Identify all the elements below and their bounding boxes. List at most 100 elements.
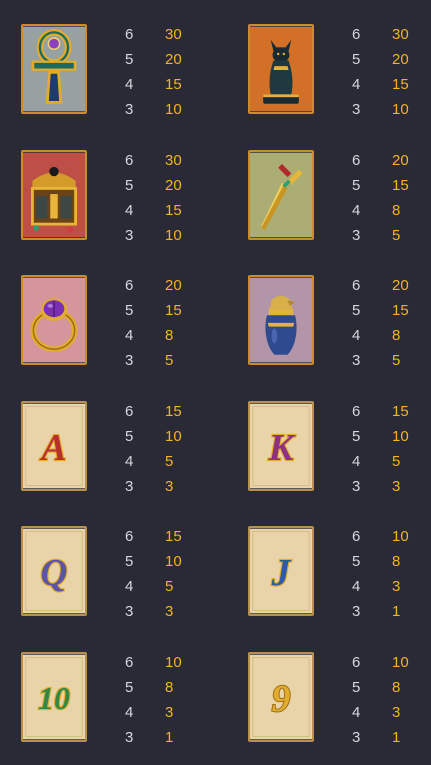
payout-row: 45 xyxy=(352,449,431,474)
letter-k-icon: K xyxy=(248,401,314,491)
match-count: 4 xyxy=(125,578,134,595)
payout-row: 43 xyxy=(125,700,215,725)
match-count: 6 xyxy=(352,277,361,294)
match-count: 5 xyxy=(352,302,361,319)
match-count: 5 xyxy=(125,51,134,68)
payout-value: 3 xyxy=(392,578,401,595)
payout-row: 58 xyxy=(352,675,431,700)
match-count: 3 xyxy=(125,227,134,244)
match-count: 4 xyxy=(352,578,361,595)
match-count: 5 xyxy=(352,553,361,570)
payout-value: 15 xyxy=(165,403,182,420)
payout-value: 8 xyxy=(392,202,401,219)
match-count: 3 xyxy=(352,603,361,620)
payout-row: 31 xyxy=(352,599,431,624)
match-count: 6 xyxy=(352,403,361,420)
payout-value: 30 xyxy=(165,26,182,43)
payout-value: 20 xyxy=(165,177,182,194)
payout-row: 5 15 xyxy=(125,298,215,323)
payout-value: 3 xyxy=(165,704,174,721)
payout-value: 20 xyxy=(392,152,409,169)
payout-list: 6 15 5 10 45 33 xyxy=(125,524,215,624)
match-count: 6 xyxy=(125,26,134,43)
payout-row: 4 15 xyxy=(125,72,215,97)
symbol-cell-canopic-jar: 6 20 5 15 48 35 xyxy=(248,273,431,369)
match-count: 6 xyxy=(125,277,134,294)
payout-row: 3 10 xyxy=(125,97,215,122)
canopic-jar-icon xyxy=(248,275,314,365)
match-count: 4 xyxy=(125,453,134,470)
symbol-cell-10: 10 6 10 58 43 31 xyxy=(21,650,221,746)
payout-row: 35 xyxy=(352,348,431,373)
match-count: 3 xyxy=(352,729,361,746)
match-count: 5 xyxy=(125,428,134,445)
cat-statue-icon xyxy=(248,24,314,114)
match-count: 5 xyxy=(352,428,361,445)
payout-list: 6 20 5 15 4 8 35 xyxy=(352,148,431,248)
payout-row: 6 10 xyxy=(352,524,431,549)
match-count: 3 xyxy=(125,478,134,495)
payout-value: 8 xyxy=(165,679,174,696)
payout-list: 6 10 58 43 31 xyxy=(352,524,431,624)
glyph-text: 9 xyxy=(272,679,291,720)
payout-row: 58 xyxy=(352,549,431,574)
payout-value: 3 xyxy=(165,603,174,620)
payout-row: 5 10 xyxy=(352,424,431,449)
match-count: 6 xyxy=(352,152,361,169)
payout-value: 3 xyxy=(392,478,401,495)
payout-row: 5 20 xyxy=(125,47,215,72)
match-count: 5 xyxy=(125,302,134,319)
match-count: 5 xyxy=(352,177,361,194)
match-count: 5 xyxy=(125,177,134,194)
payout-value: 15 xyxy=(165,202,182,219)
payout-row: 31 xyxy=(352,725,431,750)
payout-value: 10 xyxy=(165,654,182,671)
payout-value: 10 xyxy=(165,227,182,244)
payout-value: 5 xyxy=(165,453,174,470)
payout-row: 3 10 xyxy=(125,223,215,248)
match-count: 3 xyxy=(352,101,361,118)
match-count: 4 xyxy=(125,704,134,721)
match-count: 4 xyxy=(125,202,134,219)
payout-value: 15 xyxy=(165,528,182,545)
symbol-cell-treasure-chest: 6 30 5 20 4 15 3 10 xyxy=(21,150,221,244)
payout-list: 6 10 58 43 31 xyxy=(352,650,431,750)
payout-value: 10 xyxy=(165,101,182,118)
symbol-cell-k: K 6 15 5 10 45 33 xyxy=(248,401,431,495)
match-count: 3 xyxy=(125,101,134,118)
dagger-icon xyxy=(248,150,314,240)
payout-value: 15 xyxy=(392,302,409,319)
match-count: 6 xyxy=(125,403,134,420)
match-count: 6 xyxy=(125,528,134,545)
match-count: 3 xyxy=(125,352,134,369)
payout-row: 33 xyxy=(125,599,215,624)
payout-row: 35 xyxy=(352,223,431,248)
payout-value: 10 xyxy=(165,553,182,570)
paytable-grid: 630 520 415 310 630 520 415 310 xyxy=(0,0,431,765)
payout-value: 8 xyxy=(392,553,401,570)
match-count: 4 xyxy=(352,202,361,219)
payout-value: 20 xyxy=(392,277,409,294)
match-count: 4 xyxy=(125,76,134,93)
payout-row: 6 10 xyxy=(125,650,215,675)
payout-row: 33 xyxy=(352,474,431,499)
match-count: 5 xyxy=(352,51,361,68)
symbol-cell-scarab-ring: 6 20 5 15 48 35 xyxy=(21,275,221,369)
payout-row: 45 xyxy=(125,449,215,474)
match-count: 5 xyxy=(125,553,134,570)
match-count: 4 xyxy=(352,76,361,93)
symbol-cell-q: Q 6 15 5 10 45 33 xyxy=(21,526,221,620)
payout-list: 6 30 5 20 4 15 3 10 xyxy=(352,22,431,122)
match-count: 6 xyxy=(352,26,361,43)
payout-row: 5 20 xyxy=(352,47,431,72)
payout-value: 30 xyxy=(165,152,182,169)
payout-value: 15 xyxy=(392,177,409,194)
payout-row: 3 10 xyxy=(352,97,431,122)
payout-row: 35 xyxy=(125,348,215,373)
payout-value: 5 xyxy=(165,352,174,369)
match-count: 5 xyxy=(352,679,361,696)
payout-row: 6 15 xyxy=(125,524,215,549)
payout-row: 45 xyxy=(125,574,215,599)
payout-row: 6 20 xyxy=(352,273,431,298)
symbol-cell-cat-statue: 6 30 5 20 4 15 3 10 xyxy=(248,24,431,118)
